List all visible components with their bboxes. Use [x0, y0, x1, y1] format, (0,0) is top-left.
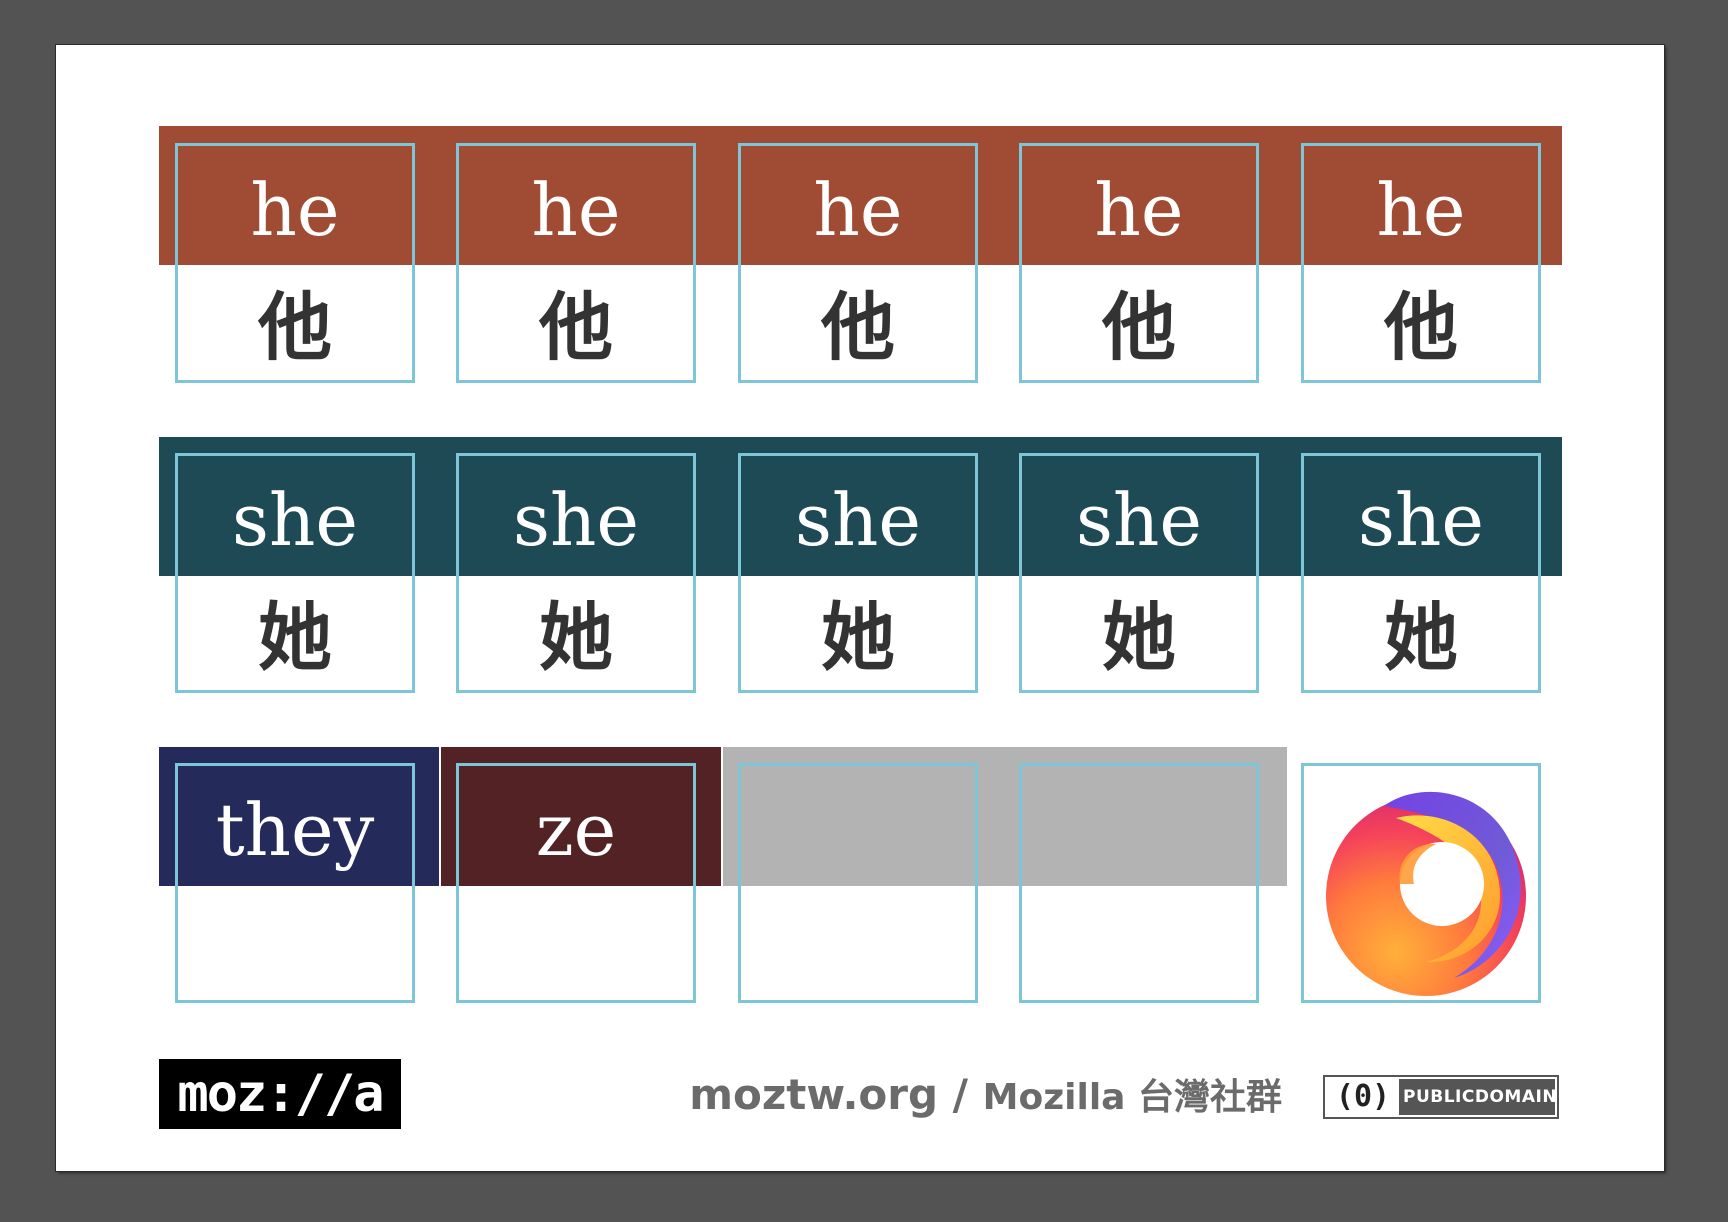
pronoun-chinese: 她 [821, 595, 895, 681]
pronoun-cell-blank [738, 763, 978, 1003]
community-name: Mozilla 台灣社群 [982, 1077, 1282, 1118]
public-domain-icon: (0) [1327, 1079, 1399, 1115]
pronoun-cell-she: she 她 [1019, 453, 1259, 693]
site-url: moztw.org [689, 1070, 939, 1119]
pronoun-cell-they: they [175, 763, 415, 1003]
pronoun-cell-he: he 他 [738, 143, 978, 383]
pronoun-english [1022, 780, 1256, 880]
separator: / [952, 1070, 969, 1119]
mozilla-logo: moz://a [159, 1059, 401, 1129]
pronoun-chinese: 他 [1102, 285, 1176, 371]
pronoun-chinese [741, 900, 975, 996]
pronoun-english: he [531, 168, 621, 252]
pronoun-cell-she: she 她 [1301, 453, 1541, 693]
community-credit: moztw.org / Mozilla 台灣社群 [689, 1069, 1282, 1121]
pronoun-cell-ze: ze [456, 763, 696, 1003]
pronoun-english: he [1376, 168, 1466, 252]
pronoun-english: she [513, 478, 639, 562]
pronoun-english: they [215, 788, 375, 872]
pronoun-english: he [813, 168, 903, 252]
pronoun-english [741, 780, 975, 880]
public-domain-label: PUBLICDOMAIN [1403, 1087, 1558, 1107]
pronoun-cell-he: he 他 [175, 143, 415, 383]
pronoun-cell-she: she 她 [175, 453, 415, 693]
pronoun-cell-blank [1019, 763, 1259, 1003]
pronoun-cell-he: he 他 [456, 143, 696, 383]
pronoun-english: she [232, 478, 358, 562]
pronoun-english: she [795, 478, 921, 562]
public-domain-badge-body: (0) PUBLICDOMAIN [1327, 1079, 1558, 1115]
pronoun-chinese: 她 [1384, 595, 1458, 681]
pronoun-chinese: 她 [1102, 595, 1176, 681]
pronoun-cell-she: she 她 [738, 453, 978, 693]
pronoun-chinese: 他 [258, 285, 332, 371]
pronoun-cell-he: he 他 [1019, 143, 1259, 383]
pronoun-chinese: 他 [821, 285, 895, 371]
pronoun-chinese [1022, 900, 1256, 996]
pronoun-cell-she: she 她 [456, 453, 696, 693]
firefox-cell [1301, 763, 1541, 1003]
public-domain-badge: (0) PUBLICDOMAIN [1323, 1075, 1559, 1119]
sticker-sheet: he 他 he 他 he 他 he 他 he 他 she 她 she 她 she… [55, 44, 1665, 1172]
pronoun-chinese: 他 [539, 285, 613, 371]
pronoun-english: she [1076, 478, 1202, 562]
pronoun-chinese [178, 900, 412, 996]
pronoun-chinese: 她 [258, 595, 332, 681]
pronoun-chinese: 她 [539, 595, 613, 681]
firefox-logo-icon [1326, 791, 1526, 996]
pronoun-english: ze [535, 788, 617, 872]
pronoun-english: he [1094, 168, 1184, 252]
pronoun-chinese: 他 [1384, 285, 1458, 371]
pronoun-english: he [250, 168, 340, 252]
pronoun-cell-he: he 他 [1301, 143, 1541, 383]
pronoun-english: she [1358, 478, 1484, 562]
pronoun-chinese [459, 900, 693, 996]
